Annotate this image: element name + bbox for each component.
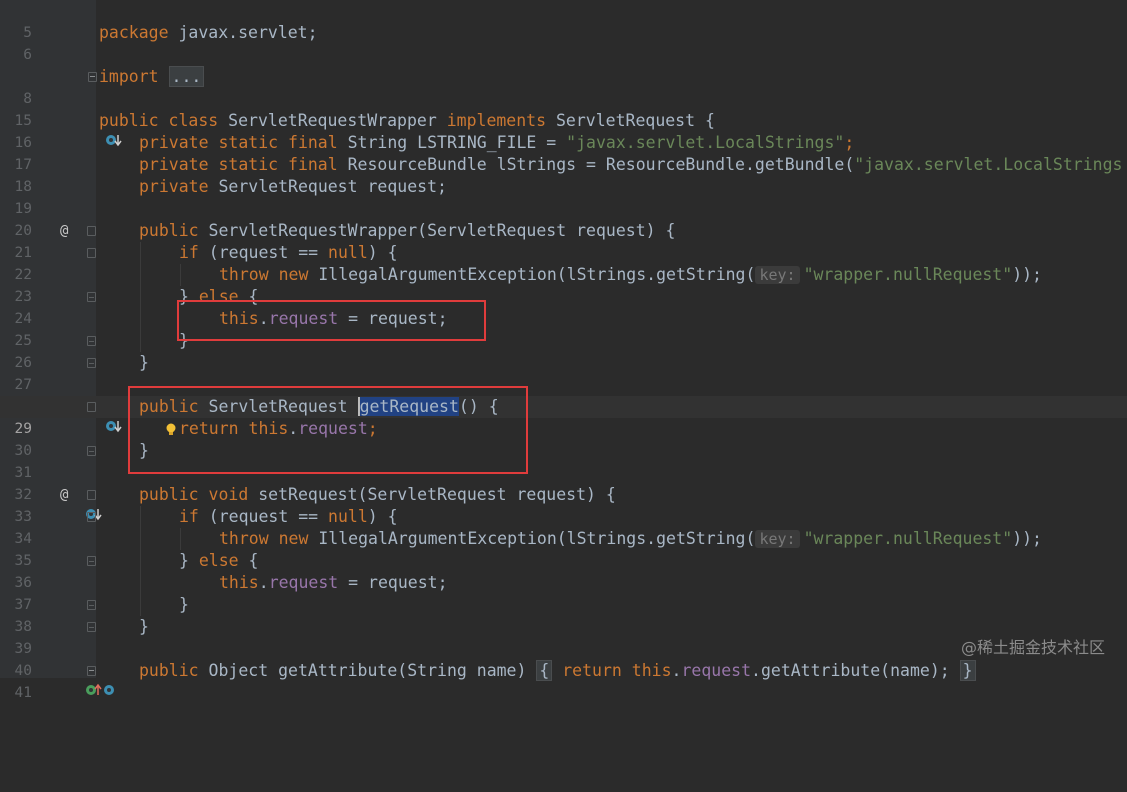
fold-toggle-icon[interactable] <box>87 600 96 610</box>
code-text: package javax.servlet; <box>99 23 318 42</box>
code-line[interactable]: 24 } else { <box>0 286 1127 327</box>
code-text: private ServletRequest request; <box>139 177 447 196</box>
code-line[interactable]: 6 package javax.servlet; <box>0 22 1127 63</box>
code-text: public Object getAttribute(String name) … <box>139 660 976 682</box>
line-number: 41 <box>14 685 32 701</box>
code-line[interactable]: 36 } else { <box>0 550 1127 591</box>
code-line[interactable]: 34 if (request == null) { <box>0 506 1127 547</box>
code-line[interactable]: 18 private static final ResourceBundle l… <box>0 154 1127 195</box>
code-text: } else { <box>179 551 259 570</box>
annotation-box-getrequest <box>128 386 528 474</box>
code-text: if (request == null) { <box>179 243 398 262</box>
fold-toggle-icon[interactable] <box>87 512 96 522</box>
code-line[interactable]: 16 public class ServletRequestWrapper im… <box>0 110 1127 151</box>
fold-toggle-icon[interactable] <box>87 358 96 368</box>
fold-toggle-icon[interactable] <box>87 226 96 236</box>
code-text: } <box>139 353 149 372</box>
code-line[interactable]: 26 } <box>0 330 1127 371</box>
intention-bulb-icon[interactable] <box>106 399 176 435</box>
code-line[interactable]: 5 <box>0 0 1127 41</box>
code-line[interactable]: 17 private static final String LSTRING_F… <box>0 132 1127 173</box>
code-text: private static final ResourceBundle lStr… <box>139 155 1123 174</box>
code-line[interactable]: 33 @ public void setRequest(ServletReque… <box>0 484 1127 525</box>
fold-toggle-icon[interactable] <box>87 490 96 500</box>
fold-toggle-icon[interactable] <box>87 446 96 456</box>
code-text: } <box>179 595 189 614</box>
code-line[interactable]: 25 this.request = request; <box>0 308 1127 349</box>
code-line[interactable]: 8 import ... <box>0 66 1127 107</box>
fold-toggle-icon[interactable] <box>87 556 96 566</box>
code-line[interactable]: 20 <box>0 198 1127 239</box>
code-line[interactable]: 39 } <box>0 616 1127 657</box>
code-line[interactable]: 21 @ public ServletRequestWrapper(Servle… <box>0 220 1127 261</box>
annotation-box-assignment <box>177 300 486 341</box>
code-text: this.request = request; <box>219 573 448 592</box>
code-line[interactable]: 40 <box>0 638 1127 679</box>
code-text: private static final String LSTRING_FILE… <box>139 133 855 152</box>
parameter-hint: key: <box>755 530 800 548</box>
code-line[interactable]: 19 private ServletRequest request; <box>0 176 1127 217</box>
code-text: public class ServletRequestWrapper imple… <box>99 111 715 130</box>
fold-toggle-icon[interactable] <box>87 336 96 346</box>
override-up-marker-icon[interactable] <box>38 660 115 695</box>
annotation-at-icon[interactable]: @ <box>60 220 68 242</box>
fold-toggle-icon[interactable] <box>87 292 96 302</box>
code-line[interactable]: 38 } <box>0 594 1127 635</box>
code-line[interactable]: 41 public Object getAttribute(String nam… <box>0 660 1127 701</box>
code-line[interactable]: 37 this.request = request; <box>0 572 1127 613</box>
annotation-at-icon[interactable]: @ <box>60 484 68 506</box>
code-text: import ... <box>99 66 205 88</box>
code-line[interactable]: 35 throw new IllegalArgumentException(lS… <box>0 528 1127 569</box>
code-line[interactable]: 23 throw new IllegalArgumentException(lS… <box>0 264 1127 305</box>
fold-toggle-icon[interactable] <box>87 666 96 676</box>
code-text: public ServletRequestWrapper(ServletRequ… <box>139 221 676 240</box>
fold-toggle-icon[interactable] <box>87 248 96 258</box>
fold-toggle-icon[interactable] <box>88 72 97 82</box>
parameter-hint: key: <box>755 266 800 284</box>
fold-toggle-icon[interactable] <box>87 622 96 632</box>
code-line[interactable]: 22 if (request == null) { <box>0 242 1127 283</box>
watermark: @稀土掘金技术社区 <box>960 638 1105 657</box>
code-line[interactable]: 15 <box>0 88 1127 129</box>
folded-imports[interactable]: ... <box>168 66 205 87</box>
code-text: public void setRequest(ServletRequest re… <box>139 485 616 504</box>
code-text: throw new IllegalArgumentException(lStri… <box>219 529 1042 548</box>
code-text: } <box>139 617 149 636</box>
code-text: if (request == null) { <box>179 507 398 526</box>
code-line[interactable]: 27 } <box>0 352 1127 393</box>
code-text: throw new IllegalArgumentException(lStri… <box>219 265 1042 284</box>
line-number: 6 <box>23 47 32 63</box>
fold-toggle-icon[interactable] <box>87 402 96 412</box>
